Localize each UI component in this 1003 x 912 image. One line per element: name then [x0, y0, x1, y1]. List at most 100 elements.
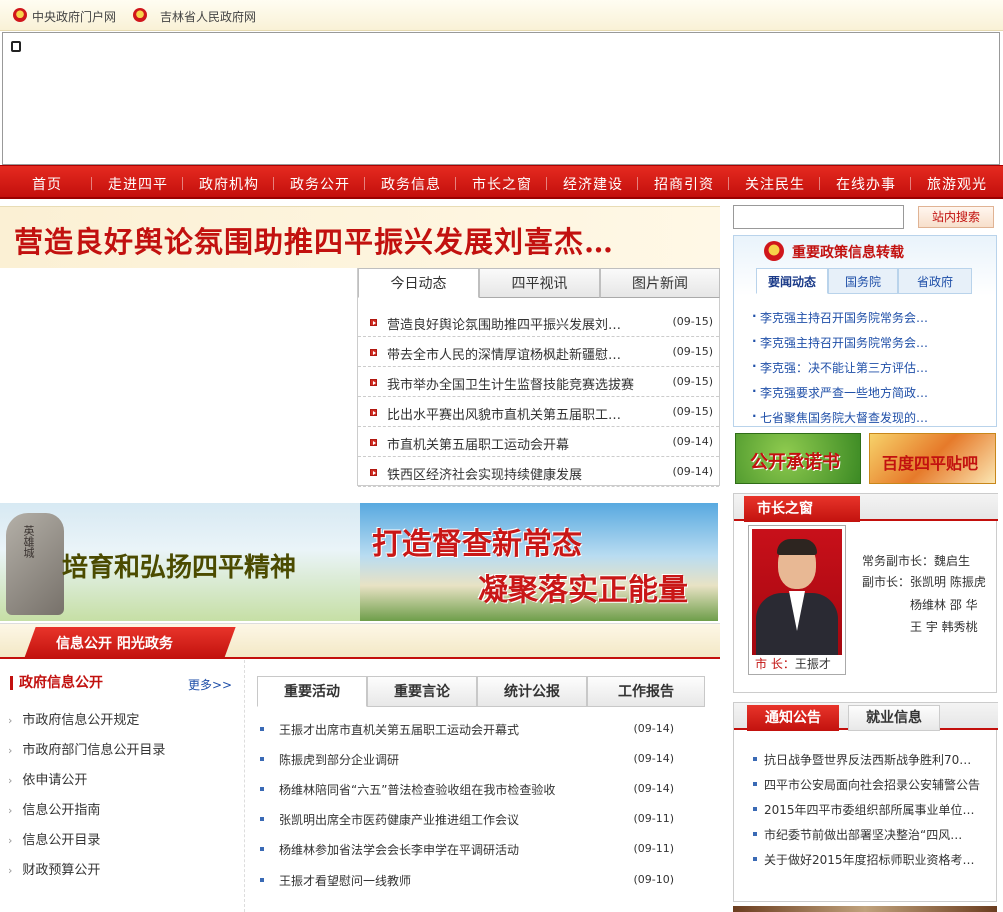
notice-item[interactable]: 2015年四平市委组织部所属事业单位…	[753, 801, 975, 818]
activity-title[interactable]: 王振才出席市直机关第五届职工运动会开幕式	[279, 721, 519, 738]
vice-mayor-names[interactable]: 杨维林 邵 华	[910, 596, 978, 613]
activity-title[interactable]: 张凯明出席全市医药健康产业推进组工作会议	[279, 811, 519, 828]
more-link[interactable]: 更多>>	[188, 676, 232, 693]
tab-key-speeches[interactable]: 重要言论	[367, 676, 477, 707]
gov-info-item-label[interactable]: 依申请公开	[22, 773, 87, 788]
notice-item[interactable]: 抗日战争暨世界反法西斯战争胜利70…	[752, 751, 971, 768]
tab-photo-news[interactable]: 图片新闻	[600, 268, 720, 298]
siping-spirit-banner[interactable]: 英雄城 培育和弘扬四平精神	[0, 503, 360, 621]
news-item[interactable]: 营造良好舆论氛围助推四平振兴发展刘… (09-15)	[358, 307, 719, 337]
gov-info-item-label[interactable]: 信息公开指南	[22, 803, 100, 818]
tab-siping-video[interactable]: 四平视讯	[479, 268, 600, 298]
news-item[interactable]: 我市举办全国卫生计生监督技能竞赛选拔赛 (09-15)	[358, 367, 719, 397]
gov-info-item[interactable]: › 市政府部门信息公开目录	[8, 739, 165, 758]
vice-mayor-names[interactable]: 张凯明 陈振虎	[910, 575, 986, 589]
tab-employment[interactable]: 就业信息	[848, 705, 940, 731]
news-title[interactable]: 铁西区经济社会实现持续健康发展	[387, 464, 582, 483]
central-gov-link[interactable]: 中央政府门户网	[32, 8, 116, 25]
news-item[interactable]: 比出水平赛出风貌市直机关第五届职工… (09-15)	[358, 397, 719, 427]
activity-item[interactable]: 陈振虎到部分企业调研 (09-14)	[255, 744, 717, 774]
public-promise-button[interactable]: 公开承诺书	[735, 433, 861, 484]
mayor-name[interactable]: 王振才	[795, 657, 831, 671]
baidu-tieba-button[interactable]: 百度四平贴吧	[869, 433, 996, 484]
bullet-icon	[370, 469, 377, 476]
news-title[interactable]: 带去全市人民的深情厚谊杨枫赴新疆慰…	[387, 344, 621, 363]
tab-work-report[interactable]: 工作报告	[587, 676, 705, 707]
gov-info-item-label[interactable]: 市政府信息公开规定	[22, 713, 139, 728]
gov-info-item-label[interactable]: 财政预算公开	[22, 863, 100, 878]
news-title[interactable]: 我市举办全国卫生计生监督技能竞赛选拔赛	[387, 374, 634, 393]
activity-title[interactable]: 王振才看望慰问一线教师	[279, 872, 411, 889]
news-panel: 今日动态 四平视讯 图片新闻 营造良好舆论氛围助推四平振兴发展刘… (09-15)…	[357, 268, 720, 487]
tab-mayor-window[interactable]: 市长之窗	[744, 496, 860, 522]
policy-item[interactable]: 李克强：决不能让第三方评估…	[752, 359, 928, 376]
nav-item-open-gov[interactable]: 政务公开	[290, 174, 350, 194]
activity-title[interactable]: 杨维林陪同省“六五”普法检查验收组在我市检查验收	[279, 781, 555, 798]
nav-item-investment[interactable]: 招商引资	[654, 174, 714, 194]
search-input[interactable]	[733, 205, 904, 229]
activity-item[interactable]: 王振才看望慰问一线教师 (09-10)	[255, 865, 717, 895]
news-title[interactable]: 营造良好舆论氛围助推四平振兴发展刘…	[387, 314, 621, 333]
tab-notices[interactable]: 通知公告	[747, 705, 839, 731]
headline-banner[interactable]: 营造良好舆论氛围助推四平振兴发展刘喜杰…	[0, 206, 720, 268]
vice-mayor-names[interactable]: 王 宇 韩秀桃	[910, 618, 978, 635]
gov-info-item[interactable]: › 依申请公开	[8, 769, 87, 788]
nav-item-mayor[interactable]: 市长之窗	[472, 174, 532, 194]
nav-item-about[interactable]: 走进四平	[108, 174, 168, 194]
nav-item-home[interactable]: 首页	[32, 174, 62, 194]
gov-info-item-label[interactable]: 信息公开目录	[22, 833, 100, 848]
news-title[interactable]: 市直机关第五届职工运动会开幕	[387, 434, 569, 453]
news-item[interactable]: 带去全市人民的深情厚谊杨枫赴新疆慰… (09-15)	[358, 337, 719, 367]
activity-item[interactable]: 杨维林参加省法学会会长李申学在平调研活动 (09-11)	[255, 834, 717, 864]
activity-title[interactable]: 陈振虎到部分企业调研	[279, 751, 399, 768]
policy-item[interactable]: 李克强要求严查一些地方简政…	[752, 384, 928, 401]
tab-key-news[interactable]: 要闻动态	[756, 268, 828, 294]
jilin-gov-link[interactable]: 吉林省人民政府网	[160, 8, 256, 25]
activity-item[interactable]: 杨维林陪同省“六五”普法检查验收组在我市检查验收 (09-14)	[255, 774, 717, 804]
news-date: (09-15)	[672, 405, 713, 418]
nav-item-agencies[interactable]: 政府机构	[199, 174, 259, 194]
nav-item-gov-info[interactable]: 政务信息	[381, 174, 441, 194]
gov-info-item-label[interactable]: 市政府部门信息公开目录	[22, 743, 165, 758]
mayor-portrait	[752, 529, 842, 655]
activity-date: (09-14)	[633, 752, 674, 765]
nav-item-economy[interactable]: 经济建设	[563, 174, 623, 194]
tab-key-activities[interactable]: 重要活动	[257, 676, 367, 707]
activity-item[interactable]: 王振才出席市直机关第五届职工运动会开幕式 (09-14)	[255, 714, 717, 744]
info-open-label: 信息公开 阳光政务	[56, 636, 173, 652]
activity-item[interactable]: 张凯明出席全市医药健康产业推进组工作会议 (09-11)	[255, 804, 717, 834]
tab-state-council[interactable]: 国务院	[828, 268, 898, 294]
rock-inscription: 英雄城	[22, 525, 35, 558]
policy-item[interactable]: 李克强主持召开国务院常务会…	[752, 309, 928, 326]
nav-item-livelihood[interactable]: 关注民生	[745, 174, 805, 194]
nav-item-online-service[interactable]: 在线办事	[836, 174, 896, 194]
headline-text[interactable]: 营造良好舆论氛围助推四平振兴发展刘喜杰…	[14, 219, 614, 261]
chevron-right-icon: ›	[8, 804, 13, 817]
mayor-photo[interactable]: 市 长：王振才	[748, 525, 846, 675]
nav-item-tourism[interactable]: 旅游观光	[927, 174, 987, 194]
notice-item[interactable]: 关于做好2015年度招标师职业资格考…	[753, 851, 975, 868]
tab-today-news[interactable]: 今日动态	[358, 268, 479, 298]
notice-item[interactable]: 四平市公安局面向社会招录公安辅警公告	[752, 776, 980, 793]
gov-info-item[interactable]: › 信息公开指南	[8, 799, 100, 818]
nav-divider	[364, 177, 365, 190]
activity-title[interactable]: 杨维林参加省法学会会长李申学在平调研活动	[279, 841, 519, 858]
gov-info-item[interactable]: › 信息公开目录	[8, 829, 100, 848]
news-item[interactable]: 铁西区经济社会实现持续健康发展 (09-14)	[358, 457, 719, 487]
tab-statistics[interactable]: 统计公报	[477, 676, 587, 707]
policy-item[interactable]: 七省聚焦国务院大督查发现的…	[752, 409, 928, 426]
gov-info-item[interactable]: › 市政府信息公开规定	[8, 709, 139, 728]
supervision-line1: 打造督查新常态	[372, 527, 582, 562]
activity-date: (09-14)	[633, 722, 674, 735]
notice-item[interactable]: 市纪委节前做出部署坚决整治“四风…	[752, 826, 962, 843]
bullet-icon	[260, 817, 264, 821]
exec-vice-mayor-name[interactable]: 魏启生	[934, 554, 970, 568]
tab-provincial-gov[interactable]: 省政府	[898, 268, 972, 294]
news-title[interactable]: 比出水平赛出风貌市直机关第五届职工…	[387, 404, 621, 423]
header-banner	[2, 32, 1000, 165]
supervision-banner[interactable]: 打造督查新常态 凝聚落实正能量	[360, 503, 718, 621]
policy-item[interactable]: 李克强主持召开国务院常务会…	[752, 334, 928, 351]
search-button[interactable]: 站内搜索	[918, 206, 994, 228]
news-item[interactable]: 市直机关第五届职工运动会开幕 (09-14)	[358, 427, 719, 457]
gov-info-item[interactable]: › 财政预算公开	[8, 859, 100, 878]
